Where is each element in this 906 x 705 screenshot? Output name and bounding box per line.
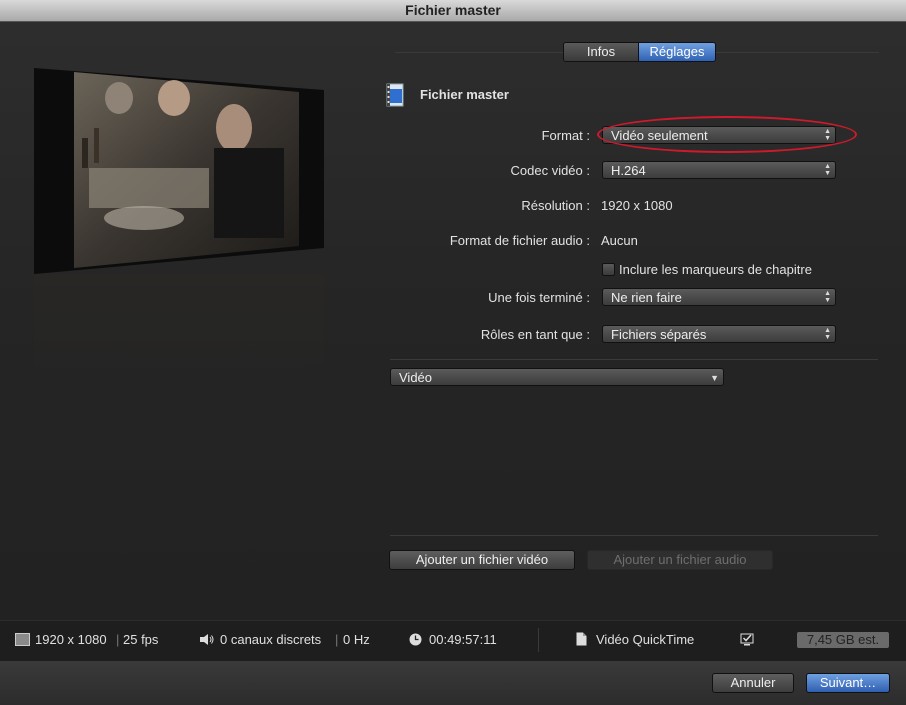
video-roles-popup[interactable]: Vidéo ▼ (390, 368, 724, 386)
roles-popup[interactable]: Fichiers séparés ▲ ▼ (602, 325, 836, 343)
window-title: Fichier master (0, 0, 906, 22)
resolution-icon (15, 633, 30, 646)
chapters-checkbox[interactable] (602, 263, 615, 276)
cancel-button[interactable]: Annuler (712, 673, 794, 693)
codec-popup[interactable]: H.264 ▲ ▼ (602, 161, 836, 179)
status-file-type: Vidéo QuickTime (596, 632, 695, 647)
status-separator: | (335, 632, 339, 647)
chapters-checkbox-label[interactable]: Inclure les marqueurs de chapitre (619, 262, 812, 277)
status-fps: 25 fps (123, 632, 159, 647)
roles-label: Rôles en tant que : (480, 327, 590, 342)
video-roles-value: Vidéo (399, 370, 433, 385)
resolution-value: 1920 x 1080 (601, 198, 673, 213)
document-icon (576, 632, 587, 646)
size-estimate-badge: 7,45 GB est. (797, 632, 889, 648)
roles-value: Fichiers séparés (611, 327, 707, 342)
when-done-label: Une fois terminé : (488, 290, 590, 305)
add-audio-file-button[interactable]: Ajouter un fichier audio (587, 550, 773, 570)
codec-value: H.264 (611, 163, 646, 178)
clock-icon (409, 633, 422, 646)
updown-arrows-icon: ▲ ▼ (824, 327, 831, 341)
video-preview-thumbnail (34, 68, 324, 274)
status-separator: | (116, 632, 120, 647)
format-popup[interactable]: Vidéo seulement ▲ ▼ (602, 126, 836, 144)
status-sample-rate: 0 Hz (343, 632, 370, 647)
when-done-popup[interactable]: Ne rien faire ▲ ▼ (602, 288, 836, 306)
updown-arrows-icon: ▲ ▼ (824, 290, 831, 304)
next-button[interactable]: Suivant… (806, 673, 890, 693)
video-preview-reflection (34, 274, 324, 394)
status-resolution: 1920 x 1080 (35, 632, 107, 647)
tab-reglages[interactable]: Réglages (639, 43, 715, 61)
film-file-icon (386, 83, 404, 107)
format-label: Format : (541, 128, 590, 143)
status-divider (538, 628, 539, 652)
section-title: Fichier master (420, 87, 509, 102)
speaker-icon (200, 634, 214, 645)
codec-label: Codec vidéo : (510, 163, 591, 178)
audio-format-value: Aucun (601, 233, 638, 248)
share-window: Fichier master Infos Réglages Fichier ma… (0, 0, 906, 705)
audio-format-label: Format de fichier audio : (449, 233, 590, 248)
tab-infos[interactable]: Infos (564, 43, 639, 61)
resolution-label: Résolution : (521, 198, 590, 213)
tab-switcher: Infos Réglages (563, 42, 716, 62)
updown-arrows-icon: ▲ ▼ (824, 128, 831, 142)
updown-arrows-icon: ▲ ▼ (824, 163, 831, 177)
divider (390, 535, 878, 536)
when-done-value: Ne rien faire (611, 290, 682, 305)
status-audio-channels: 0 canaux discrets (220, 632, 322, 647)
divider (390, 359, 878, 360)
status-duration: 00:49:57:11 (429, 632, 497, 647)
display-check-icon (740, 633, 754, 646)
add-video-file-button[interactable]: Ajouter un fichier vidéo (389, 550, 575, 570)
format-value: Vidéo seulement (611, 128, 708, 143)
dropdown-triangle-icon: ▼ (710, 373, 719, 383)
